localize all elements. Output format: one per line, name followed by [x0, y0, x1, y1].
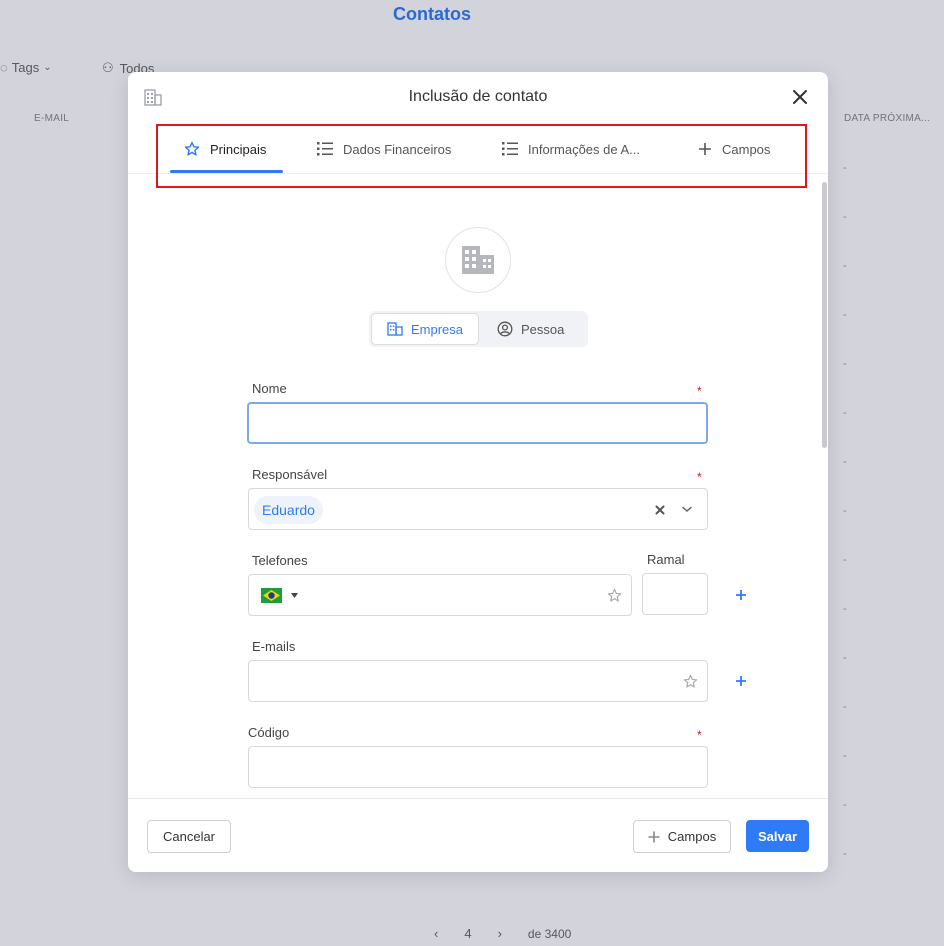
name-input[interactable]	[247, 402, 708, 444]
tab-label: Campos	[722, 141, 771, 157]
clear-icon[interactable]	[655, 505, 665, 515]
contact-type-toggle: Empresa Pessoa	[369, 311, 588, 347]
tab-principais[interactable]: Principais	[184, 124, 266, 174]
star-icon[interactable]	[683, 674, 698, 689]
list-icon	[317, 142, 333, 156]
scrollbar[interactable]	[822, 182, 827, 448]
save-button[interactable]: Salvar	[746, 820, 809, 852]
code-label: Código	[248, 725, 290, 740]
emails-label: E-mails	[252, 639, 296, 654]
building-icon	[462, 246, 494, 274]
tab-dados-financeiros[interactable]: Dados Financeiros	[317, 124, 451, 174]
star-icon[interactable]	[607, 588, 622, 603]
list-icon	[502, 142, 518, 156]
tab-informacoes[interactable]: Informações de A...	[502, 124, 640, 174]
phone-input[interactable]	[248, 574, 632, 616]
cancel-button[interactable]: Cancelar	[147, 820, 231, 853]
active-tab-indicator	[170, 170, 283, 173]
phones-label: Telefones	[252, 553, 308, 568]
add-phone-button[interactable]	[733, 587, 749, 603]
type-company-label: Empresa	[410, 321, 464, 337]
modal-footer: Cancelar Campos Salvar	[128, 798, 828, 872]
required-marker: *	[697, 728, 702, 742]
contact-modal: Inclusão de contato Principais Dados Fin…	[128, 72, 828, 872]
brazil-flag-icon[interactable]	[261, 588, 282, 603]
tab-campos[interactable]: Campos	[698, 124, 770, 174]
plus-icon	[648, 831, 660, 842]
tab-label: Informações de A...	[528, 141, 641, 157]
modal-header: Inclusão de contato	[128, 72, 828, 122]
name-label: Nome	[252, 381, 287, 396]
code-input[interactable]	[248, 746, 708, 788]
extension-input[interactable]	[642, 573, 708, 615]
required-marker: *	[697, 384, 702, 398]
building-icon	[387, 322, 403, 336]
chevron-down-icon[interactable]	[681, 504, 693, 514]
owner-select[interactable]: Eduardo	[248, 488, 708, 530]
avatar[interactable]	[445, 227, 511, 293]
tab-label: Dados Financeiros	[343, 141, 452, 157]
email-input[interactable]	[248, 660, 708, 702]
star-icon	[184, 141, 200, 156]
type-person-label: Pessoa	[521, 321, 565, 337]
owner-chip: Eduardo	[254, 496, 323, 524]
owner-label: Responsável	[252, 467, 328, 482]
caret-down-icon[interactable]	[291, 593, 298, 598]
user-circle-icon	[497, 321, 513, 337]
required-marker: *	[697, 470, 702, 484]
tab-bar: Principais Dados Financeiros Informações…	[128, 124, 828, 174]
extension-label: Ramal	[647, 552, 685, 567]
type-company-option[interactable]: Empresa	[371, 313, 479, 345]
fields-button-label: Campos	[667, 829, 717, 844]
type-person-option[interactable]: Pessoa	[497, 313, 564, 345]
modal-title: Inclusão de contato	[408, 88, 548, 105]
add-email-button[interactable]	[733, 673, 749, 689]
fields-button[interactable]: Campos	[633, 820, 731, 853]
close-icon[interactable]	[790, 87, 810, 107]
tab-label: Principais	[210, 141, 267, 157]
plus-icon	[699, 143, 711, 155]
